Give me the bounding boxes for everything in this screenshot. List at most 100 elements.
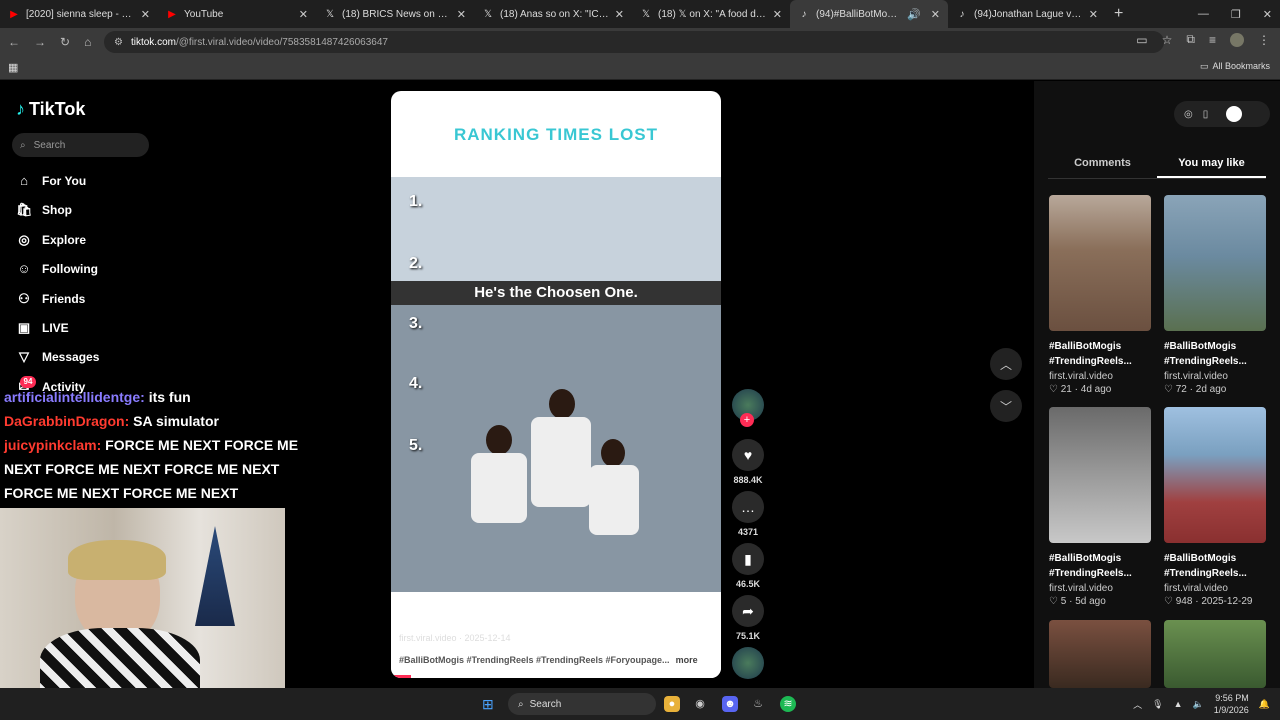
restore-icon[interactable]: ❐ (1231, 8, 1241, 21)
tiktok-note-icon: ♪ (16, 99, 25, 119)
follow-plus-icon[interactable]: + (740, 413, 754, 427)
device-icon[interactable]: ▯ (1203, 109, 1209, 120)
video-player[interactable]: RANKING TIMES LOST He's the Choosen One.… (391, 91, 721, 678)
card-thumbnail[interactable] (1164, 407, 1266, 543)
nav-shop[interactable]: 🛍 Shop (16, 202, 72, 218)
nav-following[interactable]: ☺ Following (16, 261, 98, 276)
tab-3[interactable]: 𝕏 (18) BRICS News on X: "JUST IN ✕ (316, 0, 474, 28)
recommended-card[interactable] (1164, 620, 1266, 688)
share-action[interactable]: ➦ 75.1K (730, 595, 766, 641)
close-icon[interactable]: ✕ (457, 8, 466, 21)
notification-icon[interactable]: 🔔 (1259, 699, 1270, 710)
media-icon[interactable]: ≡ (1209, 33, 1216, 47)
close-icon[interactable]: ✕ (773, 8, 782, 21)
mic-icon[interactable]: 🎙 (1152, 699, 1163, 710)
spotify-icon[interactable]: ≋ (780, 696, 796, 712)
nav-for-you[interactable]: ⌂ For You (16, 173, 86, 188)
tab-you-may-like[interactable]: You may like (1157, 157, 1266, 178)
tiktok-logo[interactable]: ♪ TikTok (16, 99, 85, 120)
profile-avatar[interactable] (1230, 32, 1244, 47)
card-thumbnail[interactable] (1049, 195, 1151, 331)
steam-icon[interactable]: ◉ (692, 696, 708, 712)
tab-5[interactable]: 𝕏 (18) 𝕏 on X: "A food delivery d ✕ (632, 0, 790, 28)
discord-icon[interactable]: ☻ (722, 696, 738, 712)
card-thumbnail[interactable] (1049, 620, 1151, 688)
explore-icon[interactable]: ◎ (1184, 109, 1193, 120)
wifi-icon[interactable]: ▲ (1174, 699, 1183, 709)
nav-live[interactable]: ▣ LIVE (16, 320, 69, 336)
url-host: tiktok.com (130, 36, 176, 48)
steam-app-icon[interactable]: ♨ (750, 696, 766, 712)
recommended-card[interactable] (1049, 620, 1151, 688)
close-window-icon[interactable]: ✕ (1263, 8, 1272, 21)
search-input[interactable]: ⌕ Search (12, 133, 149, 157)
card-title: #BalliBotMogis #TrendingReels... (1164, 553, 1247, 579)
windows-start-icon[interactable]: ⊞ (482, 696, 494, 713)
card-thumbnail[interactable] (1049, 407, 1151, 543)
chrome-icon[interactable]: ● (664, 696, 680, 712)
recommended-card[interactable]: #BalliBotMogis #TrendingReels... first.v… (1049, 195, 1151, 395)
youtube-icon: ▶ (168, 8, 176, 20)
streamer-hair (68, 540, 166, 580)
more-link[interactable]: more (676, 655, 698, 665)
reload-icon[interactable]: ↻ (60, 35, 70, 49)
nav-messages[interactable]: ▽ Messages (16, 349, 99, 365)
minimize-icon[interactable]: — (1198, 8, 1209, 20)
comment-action[interactable]: … 4371 (730, 491, 766, 537)
back-icon[interactable]: ← (8, 35, 20, 49)
speaker-icon[interactable]: 🔊 (907, 8, 921, 21)
home-icon[interactable]: ⌂ (84, 35, 91, 49)
all-bookmarks[interactable]: ▭ All Bookmarks (1200, 61, 1270, 72)
close-icon[interactable]: ✕ (141, 8, 150, 21)
close-icon[interactable]: ✕ (615, 8, 624, 21)
like-count: 888.4K (733, 475, 763, 485)
save-action[interactable]: ▮ 46.5K (730, 543, 766, 589)
forward-icon[interactable]: → (34, 35, 46, 49)
new-tab-button[interactable]: + (1114, 5, 1123, 23)
like-action[interactable]: ♥ 888.4K (730, 439, 766, 485)
apps-icon[interactable]: ▦ (8, 61, 18, 74)
bookmark-star-icon[interactable]: ☆ (1162, 33, 1173, 47)
volume-icon[interactable]: 🔈 (1193, 699, 1204, 710)
creator-avatar-group[interactable]: + (730, 389, 766, 427)
close-icon[interactable]: ✕ (1089, 8, 1098, 21)
nav-friends[interactable]: ⚇ Friends (16, 291, 85, 307)
heart-icon[interactable]: ♥ (732, 439, 764, 471)
music-disc-icon[interactable] (732, 647, 764, 679)
chevron-up-icon[interactable]: ︿ (1133, 698, 1142, 711)
clock[interactable]: 9:56 PM 1/9/2026 (1214, 692, 1249, 716)
tab-2[interactable]: ▶ YouTube ✕ (158, 0, 316, 28)
cast-icon[interactable]: ▭ (1136, 33, 1147, 47)
tab-7[interactable]: ♪ (94)Jonathan Lague vs. Tre Jen ✕ (948, 0, 1106, 28)
nav-label: Following (42, 261, 98, 276)
taskbar-search[interactable]: ⌕ Search (508, 693, 656, 715)
url-input[interactable]: ⚙ tiktok.com/@first.viral.video/video/75… (104, 31, 1164, 53)
site-info-icon[interactable]: ⚙ (114, 37, 123, 48)
prev-video-button[interactable]: ︿ (990, 348, 1022, 380)
card-author: first.viral.video (1049, 371, 1113, 382)
tab-1[interactable]: ▶ [2020] sienna sleep - TRANCE N ✕ (0, 0, 158, 28)
close-icon[interactable]: ✕ (931, 8, 940, 21)
sound-disc[interactable] (730, 647, 766, 679)
share-icon[interactable]: ➦ (732, 595, 764, 627)
menu-icon[interactable]: ⋮ (1258, 33, 1270, 47)
address-bar-row: ← → ↻ ⌂ ⚙ tiktok.com/@first.viral.video/… (0, 28, 1280, 56)
video-progress-bar[interactable] (391, 675, 411, 678)
recommended-card[interactable]: #BalliBotMogis #TrendingReels... first.v… (1164, 195, 1266, 395)
card-thumbnail[interactable] (1164, 195, 1266, 331)
theme-toggle[interactable] (1226, 106, 1243, 122)
recommended-card[interactable]: #BalliBotMogis #TrendingReels... first.v… (1049, 407, 1151, 607)
next-video-button[interactable]: ﹀ (990, 390, 1022, 422)
recommended-card[interactable]: #BalliBotMogis #TrendingReels... first.v… (1164, 407, 1266, 607)
tab-comments[interactable]: Comments (1048, 157, 1157, 178)
comment-icon[interactable]: … (732, 491, 764, 523)
panel-controls: ◎ ▯ (1174, 101, 1270, 127)
tab-6-active[interactable]: ♪ (94)#BalliBotMogis #Trendi 🔊 ✕ (790, 0, 948, 28)
tab-4[interactable]: 𝕏 (18) Anas so on X: "ICE having ✕ (474, 0, 632, 28)
nav-explore[interactable]: ◎ Explore (16, 232, 86, 248)
card-thumbnail[interactable] (1164, 620, 1266, 688)
extensions-icon[interactable]: ⧉ (1186, 32, 1195, 47)
tiktok-icon: ♪ (959, 8, 965, 20)
bookmark-icon[interactable]: ▮ (732, 543, 764, 575)
close-icon[interactable]: ✕ (299, 8, 308, 21)
